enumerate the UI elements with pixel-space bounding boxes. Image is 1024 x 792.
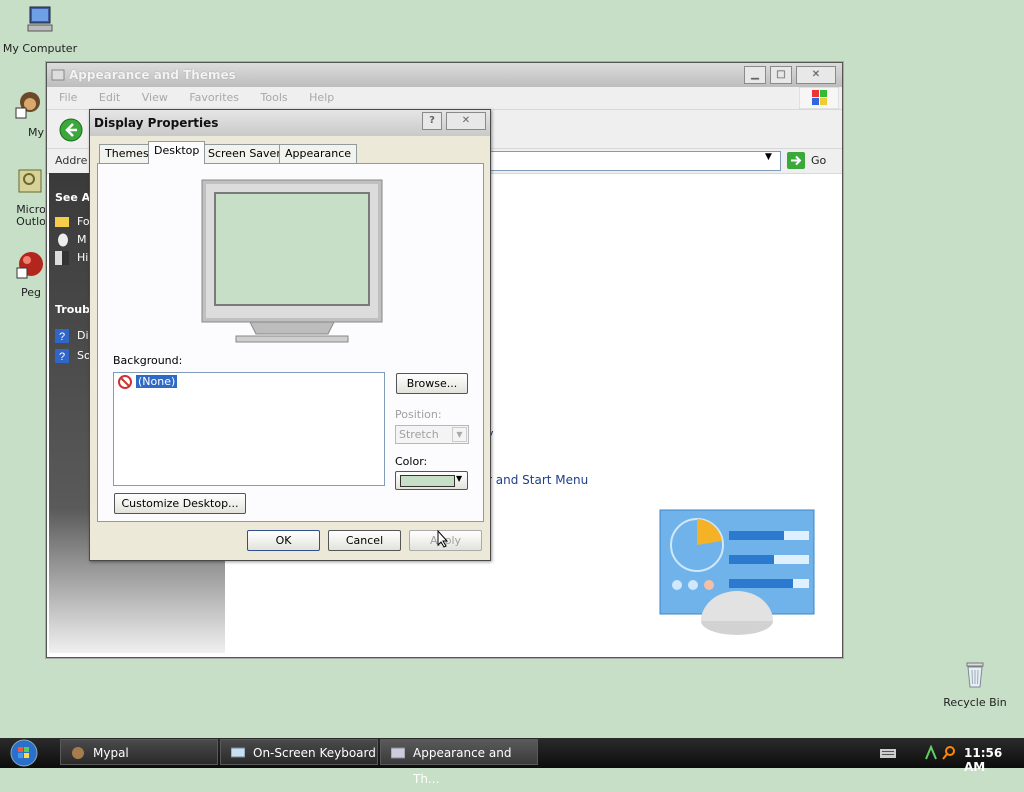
taskbar-item-appearance-themes[interactable]: Appearance and Th...: [380, 739, 538, 786]
cancel-button[interactable]: Cancel: [328, 530, 401, 551]
back-arrow-icon[interactable]: [59, 118, 83, 142]
mouse-icon: [58, 233, 68, 247]
desktop-icon-my-computer[interactable]: My Computer: [0, 4, 80, 55]
menu-file[interactable]: File: [59, 91, 77, 104]
troubleshooters-header: Troubl: [55, 303, 94, 316]
svg-text:?: ?: [59, 351, 65, 363]
network-tray-icon[interactable]: [924, 745, 938, 761]
svg-text:?: ?: [59, 331, 65, 343]
color-swatch: [400, 475, 455, 487]
dialog-close-button[interactable]: ✕: [446, 112, 486, 130]
go-button[interactable]: Go: [811, 154, 826, 167]
background-label: Background:: [113, 354, 183, 367]
keyboard-icon: [231, 747, 245, 758]
folder-icon: [55, 217, 69, 227]
menu-help[interactable]: Help: [309, 91, 334, 104]
taskbar-item-onscreen-keyboard[interactable]: On-Screen Keyboard: [220, 739, 378, 765]
see-also-item-fonts[interactable]: Fo: [77, 215, 90, 228]
help-button[interactable]: ?: [422, 112, 442, 130]
contrast-icon: [55, 251, 69, 265]
outlook-icon: [18, 169, 42, 193]
monitor-preview-icon: [201, 179, 383, 343]
menu-view[interactable]: View: [142, 91, 168, 104]
question-icon: ?: [429, 115, 435, 126]
maximize-button[interactable]: □: [770, 66, 792, 84]
maximize-icon: □: [776, 69, 786, 80]
desktop-icon-label: My Computer: [2, 42, 78, 55]
minimize-button[interactable]: ▁: [744, 66, 766, 84]
mypal-icon: [15, 92, 40, 119]
mouse-cursor-icon: [437, 530, 449, 548]
window-titlebar[interactable]: Appearance and Themes ▁ □ ✕: [47, 63, 842, 87]
start-button[interactable]: [6, 739, 42, 767]
see-also-item-mouse[interactable]: M: [77, 233, 87, 246]
chevron-down-icon: ▼: [456, 474, 463, 483]
taskbar-start-menu-link[interactable]: r and Start Menu: [487, 473, 588, 487]
folder-icon: [391, 747, 405, 759]
minimize-icon: ▁: [751, 69, 759, 80]
menu-bar: File Edit View Favorites Tools Help: [47, 87, 842, 110]
recycle-bin-icon: [966, 662, 984, 688]
position-value: Stretch: [399, 428, 439, 441]
taskbar-item-label: Appearance and Th...: [413, 746, 512, 786]
desktop-icon-recycle-bin[interactable]: Recycle Bin: [935, 658, 1015, 709]
position-label: Position:: [395, 408, 442, 421]
color-picker-button[interactable]: ▼: [395, 471, 468, 490]
menu-tools[interactable]: Tools: [261, 91, 288, 104]
help-icon: ?: [55, 329, 69, 343]
display-properties-dialog: Display Properties ? ✕ Themes Desktop Sc…: [89, 109, 491, 561]
help-icon: ?: [55, 349, 69, 363]
clock[interactable]: 11:56 AM: [964, 746, 1024, 774]
address-label: Addre: [55, 154, 88, 167]
tab-appearance[interactable]: Appearance: [279, 144, 358, 163]
tab-screen-saver[interactable]: Screen Saver: [202, 144, 287, 163]
peg-icon: [16, 252, 43, 279]
background-list[interactable]: (None): [113, 372, 385, 486]
desktop-icon-label: Recycle Bin: [943, 696, 1007, 709]
desktop-tab-panel: Background: (None) Browse... Position: S…: [97, 163, 484, 522]
dialog-titlebar[interactable]: Display Properties ? ✕: [90, 110, 490, 136]
search-tray-icon[interactable]: [942, 745, 956, 761]
mypal-icon: [72, 747, 84, 759]
taskbar-item-mypal[interactable]: Mypal: [60, 739, 218, 765]
see-also-item-high-contrast[interactable]: Hi: [77, 251, 88, 264]
taskbar-item-label: Mypal: [93, 746, 129, 760]
keyboard-tray-icon[interactable]: [880, 747, 896, 759]
dialog-title: Display Properties: [94, 116, 219, 130]
appearance-themes-illustration: [659, 509, 815, 635]
troubleshooter-item-display[interactable]: Di: [77, 329, 89, 342]
browse-button[interactable]: Browse...: [396, 373, 468, 394]
address-dropdown-icon[interactable]: ▼: [765, 152, 772, 162]
taskbar: Mypal On-Screen Keyboard Appearance and …: [0, 738, 1024, 786]
background-list-item-none[interactable]: (None): [136, 375, 178, 388]
tab-desktop[interactable]: Desktop: [148, 141, 206, 164]
none-icon: [118, 375, 132, 389]
taskbar-item-label: On-Screen Keyboard: [253, 746, 376, 760]
close-icon: ✕: [811, 69, 821, 80]
chevron-down-icon: ▼: [452, 427, 467, 442]
tab-themes[interactable]: Themes: [99, 144, 155, 163]
menu-edit[interactable]: Edit: [99, 91, 120, 104]
close-icon: ✕: [461, 115, 471, 126]
color-label: Color:: [395, 455, 428, 468]
window-title: Appearance and Themes: [69, 68, 236, 82]
my-computer-icon: [27, 6, 53, 32]
windows-logo-icon: [799, 87, 839, 109]
customize-desktop-button[interactable]: Customize Desktop...: [114, 493, 246, 514]
menu-favorites[interactable]: Favorites: [189, 91, 239, 104]
address-input[interactable]: [487, 151, 781, 171]
ok-button[interactable]: OK: [247, 530, 320, 551]
close-button[interactable]: ✕: [796, 66, 836, 84]
position-select[interactable]: Stretch ▼: [395, 425, 469, 444]
go-arrow-icon[interactable]: [787, 152, 805, 169]
folder-icon: [51, 69, 65, 81]
